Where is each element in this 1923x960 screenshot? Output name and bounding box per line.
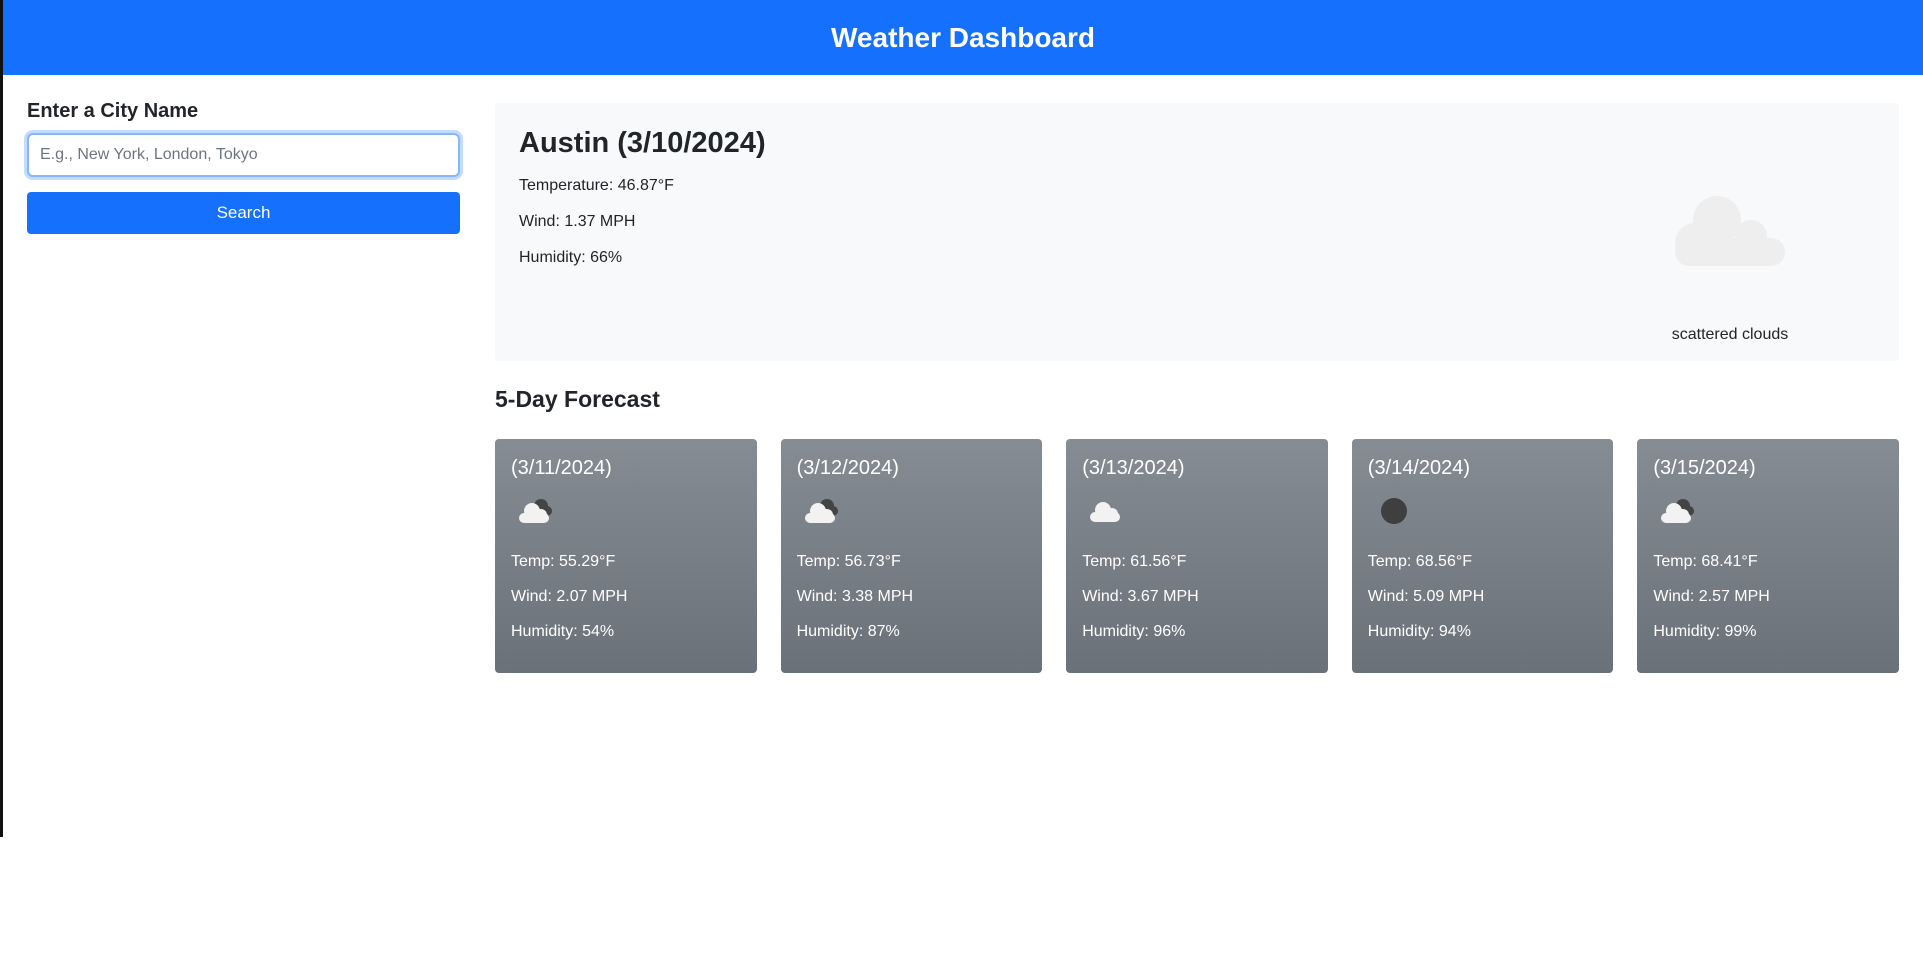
forecast-humidity: Humidity: 87% (796, 623, 900, 640)
forecast-title: 5-Day Forecast (495, 386, 660, 412)
forecast-card: (3/13/2024) Temp: 61.56°F Wind: 3.67 MPH… (1066, 439, 1328, 673)
forecast-humidity: Humidity: 94% (1367, 623, 1471, 640)
current-humidity: Humidity: 66% (519, 249, 623, 266)
forecast-wind: Wind: 5.09 MPH (1367, 588, 1485, 605)
forecast-wind: Wind: 3.67 MPH (1082, 588, 1199, 605)
forecast-card: (3/12/2024) Temp: 56.73°F Wind: 3.38 MPH… (780, 439, 1043, 673)
forecast-date: (3/12/2024) (796, 457, 899, 479)
cloud-dark-icon (519, 499, 552, 523)
page-title: Weather Dashboard (831, 21, 1095, 53)
app-header: Weather Dashboard (3, 0, 1923, 75)
search-button[interactable]: Search (27, 192, 460, 234)
dark-circle-icon (1380, 498, 1407, 524)
cloud-dark-icon (804, 499, 838, 523)
forecast-temp: Temp: 55.29°F (511, 553, 616, 570)
forecast-wind: Wind: 2.07 MPH (511, 588, 628, 605)
forecast-temp: Temp: 61.56°F (1082, 553, 1187, 570)
forecast-wind: Wind: 2.57 MPH (1653, 588, 1770, 605)
search-panel: Enter a City Name Search (27, 100, 460, 234)
forecast-date: (3/11/2024) (511, 457, 612, 479)
forecast-cards: (3/11/2024) Temp: 55.29°F Wind: 2.07 MPH… (495, 439, 1899, 673)
cloud-dark-icon (1661, 499, 1695, 523)
forecast-humidity: Humidity: 96% (1082, 623, 1186, 640)
forecast-card: (3/15/2024) Temp: 68.41°F Wind: 2.57 MPH… (1637, 439, 1899, 673)
city-input-label: Enter a City Name (27, 100, 199, 122)
forecast-temp: Temp: 68.56°F (1367, 553, 1473, 570)
city-search-input[interactable] (27, 133, 460, 177)
forecast-date: (3/15/2024) (1653, 457, 1756, 479)
forecast-card: (3/14/2024) Temp: 68.56°F Wind: 5.09 MPH… (1351, 439, 1614, 673)
window-edge (0, 0, 3, 837)
cloud-icon (1090, 502, 1121, 522)
forecast-date: (3/14/2024) (1367, 457, 1471, 479)
current-temperature: Temperature: 46.87°F (519, 177, 674, 194)
forecast-temp: Temp: 56.73°F (796, 553, 901, 570)
forecast-humidity: Humidity: 54% (511, 623, 615, 640)
weather-description: scattered clouds (1671, 326, 1789, 343)
forecast-humidity: Humidity: 99% (1653, 623, 1757, 640)
forecast-card: (3/11/2024) Temp: 55.29°F Wind: 2.07 MPH… (495, 439, 757, 673)
forecast-date: (3/13/2024) (1082, 457, 1185, 479)
current-city-heading: Austin (3/10/2024) (519, 127, 766, 159)
current-wind: Wind: 1.37 MPH (519, 213, 636, 230)
forecast-temp: Temp: 68.41°F (1653, 553, 1758, 570)
cloud-icon (1675, 196, 1785, 266)
forecast-wind: Wind: 3.38 MPH (796, 588, 914, 605)
current-weather-panel: Austin (3/10/2024) Temperature: 46.87°F … (495, 103, 1899, 361)
